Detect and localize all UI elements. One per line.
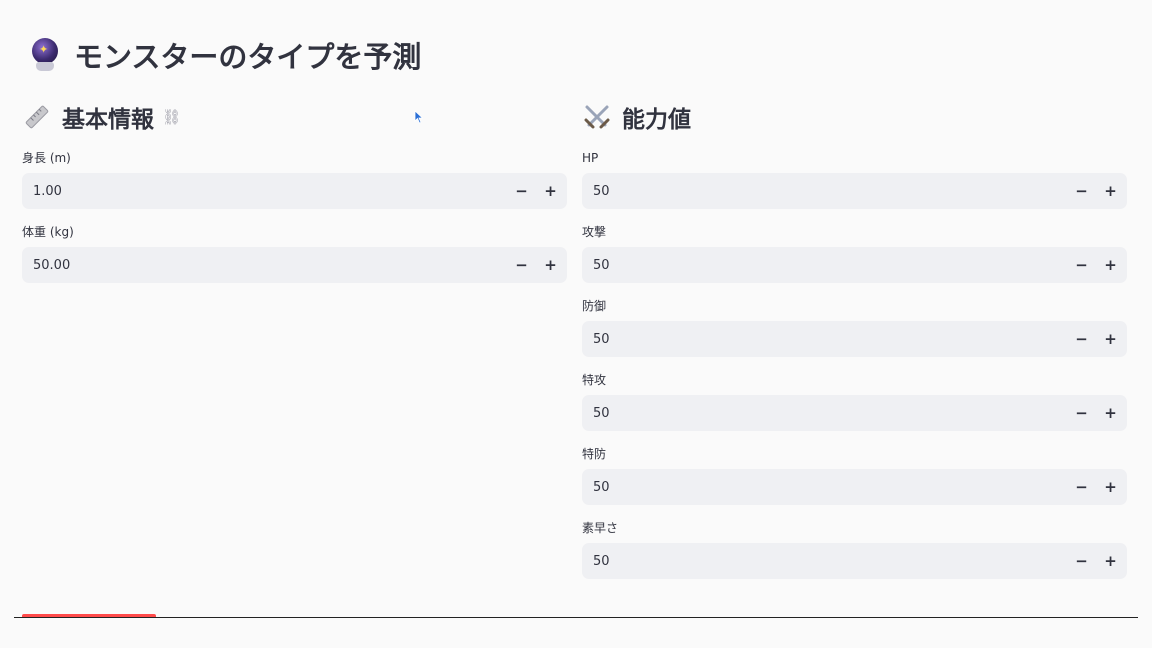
sp-attack-number-input[interactable]: 50 − +	[582, 395, 1127, 431]
defense-number-input[interactable]: 50 − +	[582, 321, 1127, 357]
basic-info-heading-text: 基本情報	[62, 107, 154, 133]
height-value[interactable]: 1.00	[22, 184, 507, 199]
hp-label: HP	[582, 151, 599, 165]
height-field: 身長 (m) 1.00 − +	[22, 151, 567, 209]
sp-defense-number-input[interactable]: 50 − +	[582, 469, 1127, 505]
height-number-input[interactable]: 1.00 − +	[22, 173, 567, 209]
sp-defense-field: 特防 50 − +	[582, 447, 1127, 505]
speed-field: 素早さ 50 − +	[582, 521, 1127, 579]
attack-increment-button[interactable]: +	[1096, 247, 1125, 283]
page-title: ✦ モンスターのタイプを予測	[30, 34, 421, 76]
speed-label: 素早さ	[582, 521, 619, 535]
weight-label: 体重 (kg)	[22, 225, 74, 239]
attack-value[interactable]: 50	[582, 258, 1067, 273]
bottom-divider	[14, 617, 1138, 618]
defense-increment-button[interactable]: +	[1096, 321, 1125, 357]
hp-decrement-button[interactable]: −	[1067, 173, 1096, 209]
sp-attack-label: 特攻	[582, 373, 607, 387]
sp-defense-decrement-button[interactable]: −	[1067, 469, 1096, 505]
attack-decrement-button[interactable]: −	[1067, 247, 1096, 283]
sp-defense-increment-button[interactable]: +	[1096, 469, 1125, 505]
speed-decrement-button[interactable]: −	[1067, 543, 1096, 579]
hp-field: HP 50 − +	[582, 151, 1127, 209]
height-label: 身長 (m)	[22, 151, 71, 165]
page-title-text: モンスターのタイプを予測	[74, 40, 422, 74]
app-page: ✦ モンスターのタイプを予測 基本情報 ⛓ 身長 (m) 1.00 − + 体重…	[0, 0, 1152, 648]
defense-field: 防御 50 − +	[582, 299, 1127, 357]
sp-defense-label: 特防	[582, 447, 607, 461]
height-decrement-button[interactable]: −	[507, 173, 536, 209]
defense-decrement-button[interactable]: −	[1067, 321, 1096, 357]
basic-info-section: 基本情報 ⛓ 身長 (m) 1.00 − + 体重 (kg) 50.00 − +	[22, 100, 567, 283]
defense-label: 防御	[582, 299, 607, 313]
sp-attack-field: 特攻 50 − +	[582, 373, 1127, 431]
speed-value[interactable]: 50	[582, 554, 1067, 569]
sp-attack-value[interactable]: 50	[582, 406, 1067, 421]
weight-increment-button[interactable]: +	[536, 247, 565, 283]
hp-increment-button[interactable]: +	[1096, 173, 1125, 209]
link-icon[interactable]: ⛓	[162, 108, 181, 126]
defense-value[interactable]: 50	[582, 332, 1067, 347]
crossed-swords-icon	[582, 102, 612, 132]
speed-number-input[interactable]: 50 − +	[582, 543, 1127, 579]
hp-number-input[interactable]: 50 − +	[582, 173, 1127, 209]
sp-attack-decrement-button[interactable]: −	[1067, 395, 1096, 431]
sp-defense-value[interactable]: 50	[582, 480, 1067, 495]
weight-number-input[interactable]: 50.00 − +	[22, 247, 567, 283]
speed-increment-button[interactable]: +	[1096, 543, 1125, 579]
crystal-ball-icon: ✦	[30, 38, 60, 72]
attack-field: 攻撃 50 − +	[582, 225, 1127, 283]
attack-number-input[interactable]: 50 − +	[582, 247, 1127, 283]
height-increment-button[interactable]: +	[536, 173, 565, 209]
ruler-icon	[22, 102, 52, 132]
basic-info-heading: 基本情報 ⛓	[22, 100, 567, 134]
stats-heading-text: 能力値	[622, 107, 691, 133]
weight-field: 体重 (kg) 50.00 − +	[22, 225, 567, 283]
stats-section: 能力値 HP 50 − + 攻撃 50 − + 防御 50 − + 特攻 50 …	[582, 100, 1127, 579]
mouse-cursor-icon	[414, 110, 424, 124]
weight-decrement-button[interactable]: −	[507, 247, 536, 283]
sp-attack-increment-button[interactable]: +	[1096, 395, 1125, 431]
hp-value[interactable]: 50	[582, 184, 1067, 199]
weight-value[interactable]: 50.00	[22, 258, 507, 273]
attack-label: 攻撃	[582, 225, 607, 239]
stats-heading: 能力値	[582, 100, 1127, 134]
